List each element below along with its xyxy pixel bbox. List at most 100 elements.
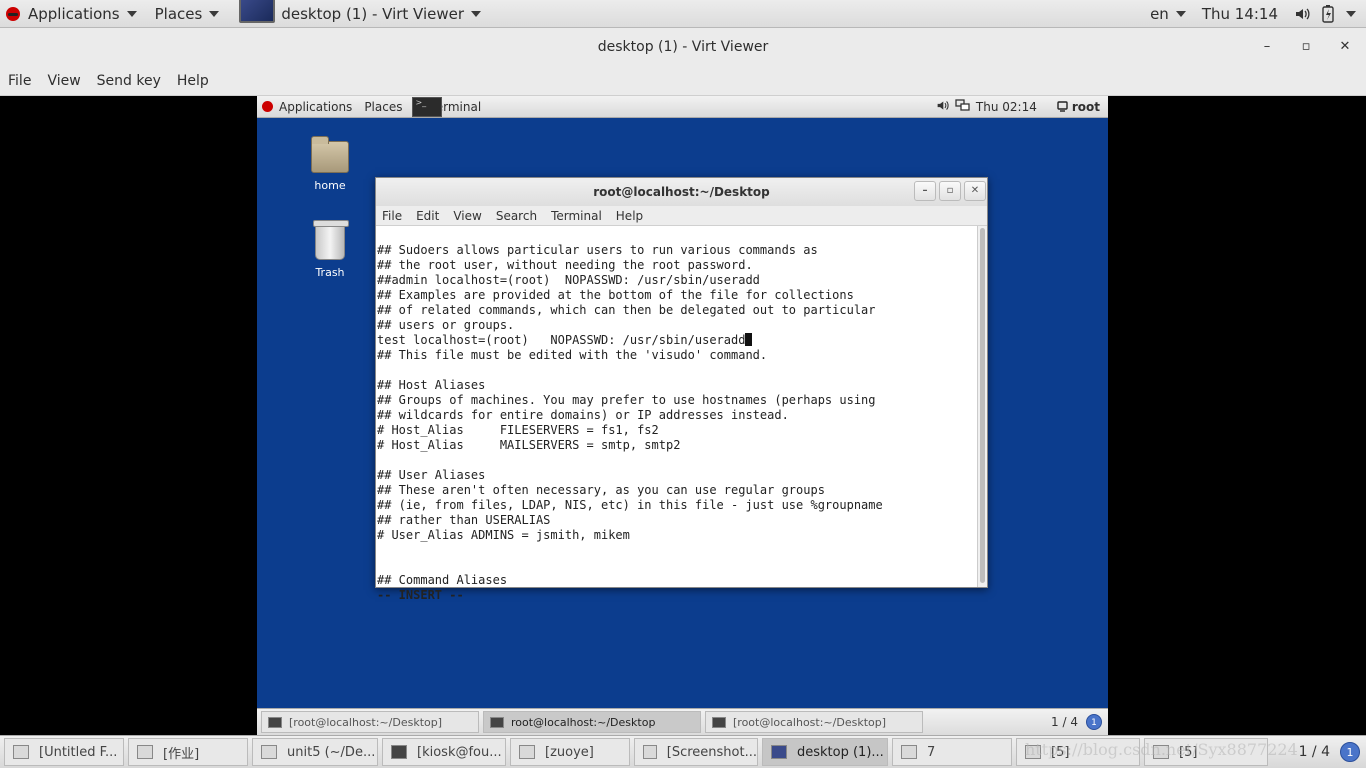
keyboard-layout-label: en [1150, 4, 1169, 23]
document-icon [1153, 745, 1169, 759]
guest-notification-badge[interactable]: 1 [1086, 714, 1102, 730]
terminal-maximize-button[interactable]: ▫ [939, 181, 961, 201]
terminal-line: ## Examples are provided at the bottom o… [377, 288, 854, 302]
document-icon [901, 745, 917, 759]
terminal-menu-file[interactable]: File [376, 209, 409, 223]
host-task-untitled[interactable]: [Untitled F... [4, 738, 124, 766]
minimize-button[interactable]: – [1257, 37, 1277, 57]
terminal-text-area[interactable]: ## Sudoers allows particular users to ru… [376, 226, 977, 602]
system-menu[interactable] [1340, 0, 1366, 28]
host-task-screenshot[interactable]: [Screenshot... [634, 738, 758, 766]
user-icon [1057, 101, 1068, 112]
volume-icon[interactable] [936, 99, 949, 115]
terminal-line: ## the root user, without needing the ro… [377, 258, 753, 272]
terminal-line: ## These aren't often necessary, as you … [377, 483, 825, 497]
host-task-zuoye-cn[interactable]: [作业] [128, 738, 248, 766]
document-icon [13, 745, 29, 759]
terminal-menu-edit[interactable]: Edit [409, 209, 446, 223]
chevron-down-icon [209, 10, 220, 17]
host-clock[interactable]: Thu 14:14 [1192, 0, 1288, 28]
host-task-7[interactable]: 7 [892, 738, 1012, 766]
host-task-zuoye[interactable]: [zuoye] [510, 738, 630, 766]
guest-clock[interactable]: Thu 02:14 [976, 100, 1037, 114]
terminal-menu-terminal[interactable]: Terminal [544, 209, 609, 223]
vim-status-line: -- INSERT -- [377, 588, 464, 602]
guest-task-terminal-3[interactable]: [root@localhost:~/Desktop] [705, 711, 923, 733]
terminal-menu-help[interactable]: Help [609, 209, 650, 223]
terminal-icon [712, 716, 726, 728]
desktop-icon-home[interactable]: home [295, 136, 365, 192]
terminal-line: test localhost=(root) NOPASSWD: /usr/sbi… [377, 333, 746, 347]
terminal-title: root@localhost:~/Desktop [593, 185, 770, 199]
close-button[interactable]: ✕ [1335, 37, 1355, 57]
host-top-panel: Applications Places desktop (1) - Virt V… [0, 0, 1366, 28]
terminal-window[interactable]: root@localhost:~/Desktop – ▫ ✕ File Edit… [375, 177, 988, 602]
menu-send-key[interactable]: Send key [89, 73, 169, 89]
guest-task-terminal-1[interactable]: [root@localhost:~/Desktop] [261, 711, 479, 733]
terminal-line: ## Host Aliases [377, 378, 486, 392]
terminal-line: ## wildcards for entire domains) or IP a… [377, 408, 789, 422]
guest-applications-label: Applications [279, 99, 353, 114]
terminal-menu-search[interactable]: Search [489, 209, 544, 223]
terminal-line: ## Sudoers allows particular users to ru… [377, 243, 818, 257]
terminal-line: # Host_Alias MAILSERVERS = smtp, smtp2 [377, 438, 681, 452]
host-task-label: desktop (1)... [797, 744, 884, 760]
desktop-icon-trash-label: Trash [315, 266, 345, 279]
guest-places-label: Places [364, 99, 403, 114]
battery-icon[interactable] [1316, 0, 1340, 28]
host-task-5b[interactable]: [5] [1144, 738, 1268, 766]
terminal-line: ## (ie, from files, LDAP, NIS, etc) in t… [377, 498, 883, 512]
guest-display[interactable]: Applications Places >_ Terminal Thu 02:1… [257, 96, 1108, 735]
guest-workspace-switcher[interactable]: 1 / 4 [1051, 715, 1078, 729]
guest-task-label: root@localhost:~/Desktop [511, 715, 656, 729]
volume-icon[interactable] [1288, 0, 1316, 28]
host-applications-menu[interactable]: Applications [0, 0, 143, 28]
host-window-menu[interactable]: desktop (1) - Virt Viewer [233, 0, 487, 28]
guest-task-terminal-2[interactable]: root@localhost:~/Desktop [483, 711, 701, 733]
guest-taskbar: [root@localhost:~/Desktop] root@localhos… [257, 708, 1108, 735]
scrollbar-thumb[interactable] [980, 228, 985, 583]
terminal-menu-view[interactable]: View [446, 209, 488, 223]
host-task-desktop-viewer[interactable]: desktop (1)... [762, 738, 888, 766]
chevron-down-icon [471, 10, 482, 17]
guest-user-menu[interactable]: root [1057, 100, 1100, 114]
terminal-line: # User_Alias ADMINS = jsmith, mikem [377, 528, 630, 542]
host-task-label: [作业] [163, 746, 200, 762]
host-places-label: Places [154, 4, 203, 23]
terminal-line: ##admin localhost=(root) NOPASSWD: /usr/… [377, 273, 760, 287]
camera-icon [643, 745, 657, 759]
menu-view[interactable]: View [39, 73, 88, 89]
host-workspace-switcher[interactable]: 1 / 4 [1299, 744, 1330, 760]
terminal-menu-bar: File Edit View Search Terminal Help [376, 206, 987, 226]
terminal-scrollbar[interactable] [977, 226, 987, 587]
document-icon [137, 745, 153, 759]
host-task-5a[interactable]: [5] [1016, 738, 1140, 766]
host-applications-label: Applications [28, 4, 120, 23]
host-task-kiosk[interactable]: [kiosk@fou... [382, 738, 506, 766]
menu-file[interactable]: File [0, 73, 39, 89]
network-icon[interactable] [955, 98, 970, 115]
redhat-logo-icon [262, 101, 273, 112]
menu-help[interactable]: Help [169, 73, 217, 89]
host-task-label: [kiosk@fou... [417, 744, 502, 760]
chevron-down-icon [126, 10, 137, 17]
host-window-title: desktop (1) - Virt Viewer [281, 4, 465, 23]
host-task-label: 7 [927, 744, 936, 760]
guest-places-menu[interactable]: Places [358, 96, 408, 118]
terminal-minimize-button[interactable]: – [914, 181, 936, 201]
terminal-title-bar[interactable]: root@localhost:~/Desktop – ▫ ✕ [376, 178, 987, 206]
host-task-unit5[interactable]: unit5 (~/De... [252, 738, 378, 766]
folder-icon [311, 136, 349, 173]
guest-terminal-menu[interactable]: >_ Terminal [408, 96, 487, 118]
viewer-title-bar: desktop (1) - Virt Viewer – ▫ ✕ [0, 28, 1366, 66]
host-notification-badge[interactable]: 1 [1340, 742, 1360, 762]
terminal-line: ## User Aliases [377, 468, 486, 482]
desktop-icon-trash[interactable]: Trash [295, 220, 365, 279]
guest-applications-menu[interactable]: Applications [257, 96, 358, 118]
keyboard-layout-menu[interactable]: en [1144, 0, 1192, 28]
terminal-line-cursor: test localhost=(root) NOPASSWD: /usr/sbi… [377, 333, 976, 348]
terminal-close-button[interactable]: ✕ [964, 181, 986, 201]
host-task-label: [Untitled F... [39, 744, 118, 760]
maximize-button[interactable]: ▫ [1296, 37, 1316, 57]
host-places-menu[interactable]: Places [149, 0, 226, 28]
